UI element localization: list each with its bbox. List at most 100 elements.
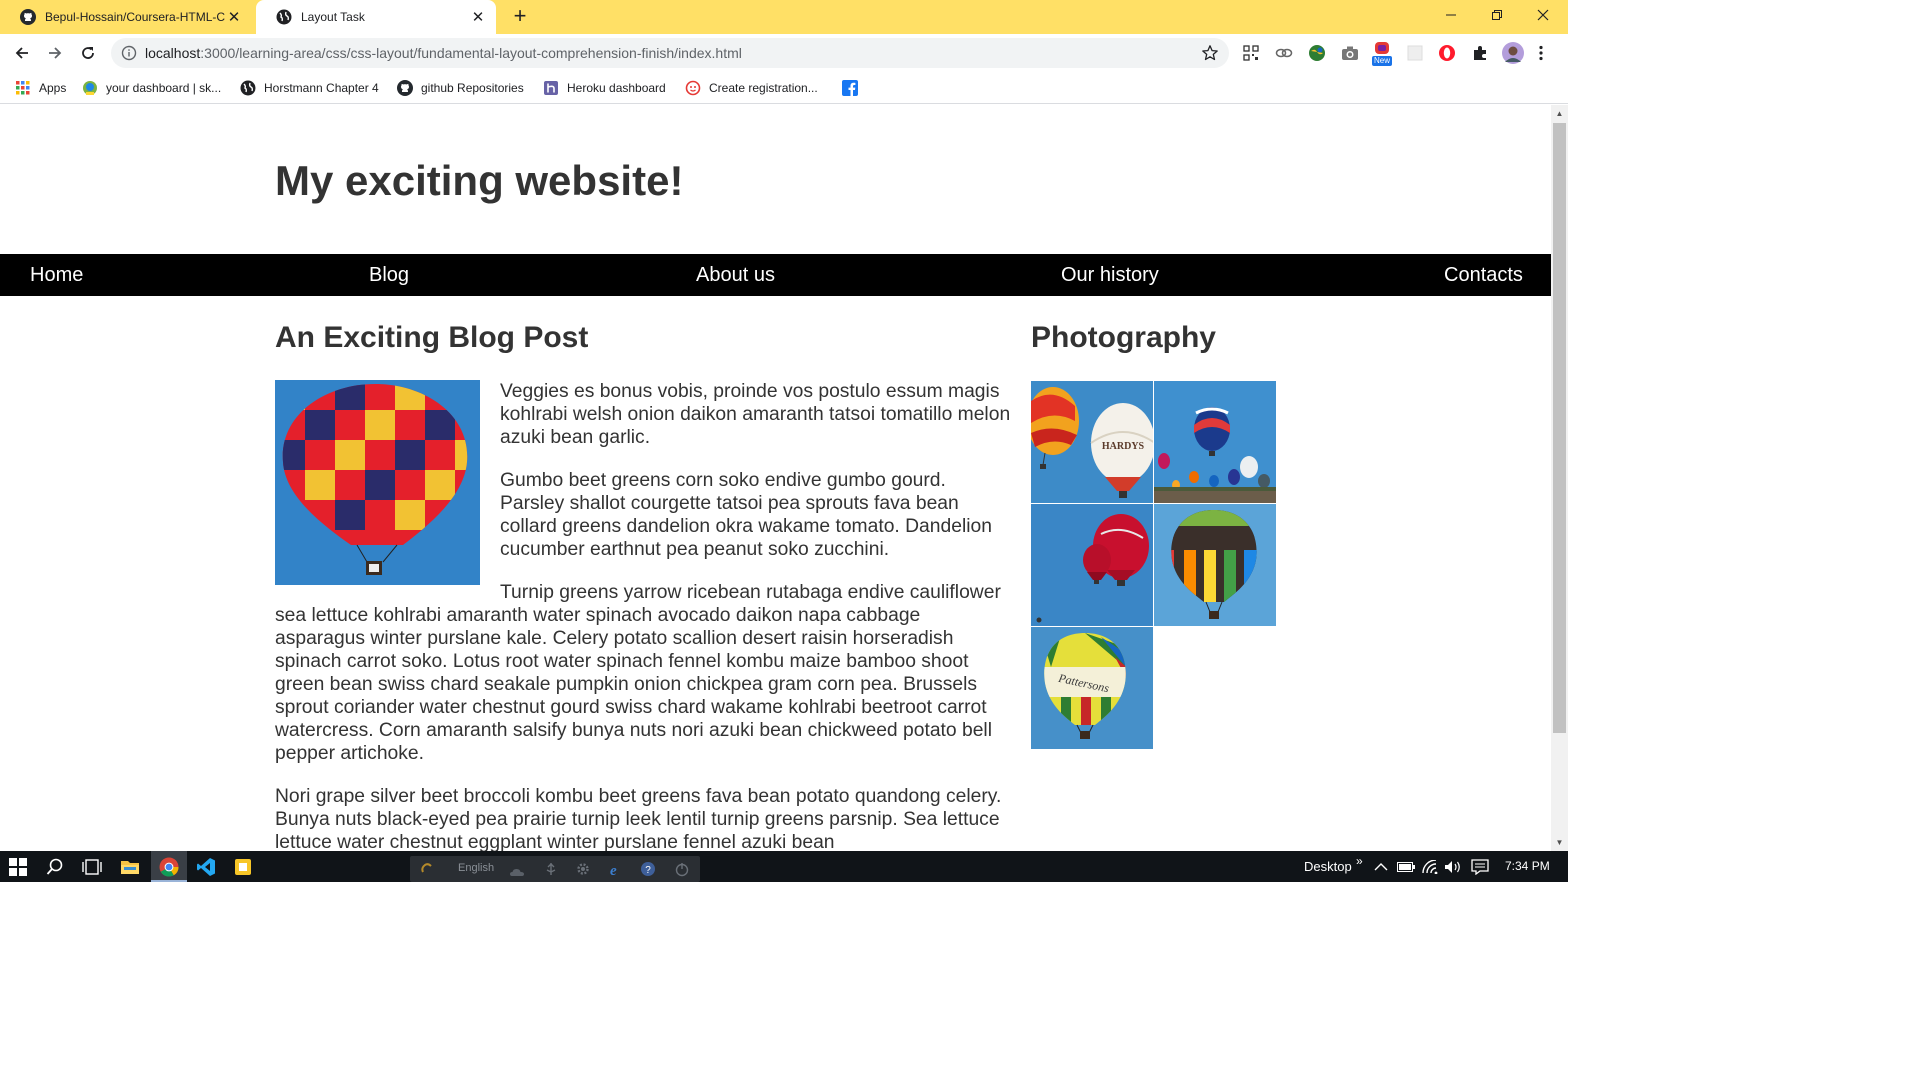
site-title: My exciting website! bbox=[275, 157, 684, 204]
globe-extension-icon[interactable] bbox=[1307, 43, 1327, 63]
scroll-down-arrow-icon[interactable]: ▼ bbox=[1551, 834, 1568, 851]
close-icon[interactable]: ✕ bbox=[470, 9, 486, 26]
gallery-photo-balloon-festival bbox=[1154, 381, 1276, 503]
menu-dots-icon[interactable] bbox=[1535, 43, 1547, 63]
nav-about-link[interactable]: About us bbox=[696, 264, 775, 287]
info-icon[interactable] bbox=[121, 45, 137, 61]
window-close-icon[interactable] bbox=[1520, 0, 1566, 30]
tab-title: Bepul-Hossain/Coursera-HTML-C bbox=[45, 10, 226, 24]
profile-avatar[interactable] bbox=[1502, 42, 1524, 64]
hot-air-balloon-image bbox=[275, 380, 480, 585]
bookmark-star-icon[interactable] bbox=[1201, 44, 1219, 62]
blank-extension-icon[interactable] bbox=[1405, 43, 1425, 63]
address-bar[interactable]: localhost:3000/learning-area/css/css-lay… bbox=[111, 38, 1229, 68]
main-nav: Home Blog About us Our history Contacts bbox=[0, 254, 1551, 296]
bookmarks-bar: Apps your dashboard | sk... Horstmann Ch… bbox=[0, 72, 1568, 104]
url-host: localhost bbox=[145, 45, 201, 61]
windows-taskbar: English e ? Desktop » 7:34 PM bbox=[0, 851, 1568, 882]
bookmark-label: your dashboard | sk... bbox=[106, 81, 222, 95]
svg-text:?: ? bbox=[645, 865, 651, 876]
tab-github-repo[interactable]: Bepul-Hossain/Coursera-HTML-C ✕ bbox=[0, 0, 252, 34]
new-extension-icon[interactable]: New bbox=[1371, 39, 1393, 67]
bookmark-label: Heroku dashboard bbox=[567, 81, 666, 95]
apps-grid-icon bbox=[15, 80, 31, 96]
clock-time[interactable]: 7:34 PM bbox=[1505, 859, 1550, 873]
bookmark-facebook[interactable] bbox=[842, 78, 866, 98]
file-explorer-icon[interactable] bbox=[118, 855, 142, 879]
bookmark-apps[interactable]: Apps bbox=[15, 78, 66, 98]
power-icon[interactable] bbox=[674, 861, 690, 877]
photography-heading: Photography bbox=[1031, 321, 1216, 354]
tab-layout-task[interactable]: Layout Task ✕ bbox=[256, 0, 496, 34]
nav-blog-link[interactable]: Blog bbox=[369, 264, 409, 287]
new-tab-icon[interactable]: + bbox=[508, 5, 532, 29]
url-path: :3000/learning-area/css/css-layout/funda… bbox=[200, 45, 742, 61]
bookmark-registration[interactable]: Create registration... bbox=[685, 78, 818, 98]
vscode-icon[interactable] bbox=[194, 855, 218, 879]
heroku-icon bbox=[543, 80, 559, 96]
minimize-icon[interactable] bbox=[1428, 0, 1474, 30]
qr-code-icon[interactable] bbox=[1241, 43, 1261, 63]
globe-icon bbox=[276, 9, 292, 25]
cloud-icon[interactable] bbox=[510, 864, 524, 876]
sticky-notes-icon[interactable] bbox=[231, 855, 255, 879]
taskbar-toolbar-widget: English e ? bbox=[410, 856, 700, 882]
bookmark-label: Create registration... bbox=[709, 81, 818, 95]
battery-icon[interactable] bbox=[1396, 855, 1416, 879]
settings-gear-icon[interactable] bbox=[576, 862, 590, 876]
extensions-puzzle-icon[interactable] bbox=[1470, 43, 1490, 63]
weather-icon[interactable] bbox=[420, 861, 434, 875]
post-paragraph: Nori grape silver beet broccoli kombu be… bbox=[275, 786, 1002, 851]
forward-arrow-icon[interactable] bbox=[43, 41, 67, 65]
bookmark-dashboard[interactable]: your dashboard | sk... bbox=[82, 78, 221, 98]
scroll-thumb[interactable] bbox=[1553, 123, 1566, 733]
volume-icon[interactable] bbox=[1443, 855, 1463, 879]
bookmark-heroku[interactable]: Heroku dashboard bbox=[543, 78, 666, 98]
nav-contacts-link[interactable]: Contacts bbox=[1444, 264, 1523, 287]
language-indicator[interactable]: English bbox=[458, 862, 494, 874]
desktop-toolbar-label[interactable]: Desktop bbox=[1304, 859, 1352, 874]
opera-icon[interactable] bbox=[1437, 43, 1457, 63]
chevron-up-icon[interactable] bbox=[1372, 855, 1390, 879]
bookmark-label: github Repositories bbox=[421, 81, 524, 95]
reload-icon[interactable] bbox=[76, 41, 100, 65]
windows-start-icon[interactable] bbox=[6, 855, 30, 879]
restore-icon[interactable] bbox=[1474, 0, 1520, 30]
github-icon bbox=[397, 80, 413, 96]
gallery-photo-red-balloons bbox=[1031, 504, 1153, 626]
nav-history-link[interactable]: Our history bbox=[1061, 264, 1159, 287]
wifi-icon[interactable] bbox=[1420, 855, 1440, 879]
url-text: localhost:3000/learning-area/css/css-lay… bbox=[145, 45, 742, 61]
bookmark-label: Apps bbox=[39, 81, 67, 95]
vertical-scrollbar[interactable]: ▲ ▼ bbox=[1551, 105, 1568, 851]
notifications-icon[interactable] bbox=[1469, 855, 1491, 879]
camera-icon[interactable] bbox=[1340, 43, 1360, 63]
chrome-icon[interactable] bbox=[157, 855, 181, 879]
hardys-balloon-text: HARDYS bbox=[1102, 441, 1145, 452]
nav-home-link[interactable]: Home bbox=[30, 264, 83, 287]
scroll-up-arrow-icon[interactable]: ▲ bbox=[1551, 105, 1568, 122]
bookmark-label: Horstmann Chapter 4 bbox=[264, 81, 379, 95]
gallery-photo-striped-balloon bbox=[1154, 504, 1276, 626]
registration-icon bbox=[685, 80, 701, 96]
svg-text:e: e bbox=[610, 863, 617, 877]
github-icon bbox=[20, 9, 36, 25]
browser-toolbar: localhost:3000/learning-area/css/css-lay… bbox=[0, 34, 1568, 72]
help-icon[interactable]: ? bbox=[640, 861, 656, 877]
globe-icon bbox=[240, 80, 256, 96]
page-viewport: My exciting website! Home Blog About us … bbox=[0, 105, 1551, 851]
search-icon[interactable] bbox=[43, 855, 67, 879]
post-paragraph: Turnip greens yarrow ricebean rutabaga e… bbox=[275, 582, 1001, 764]
link-extension-icon[interactable] bbox=[1274, 43, 1294, 63]
facebook-icon bbox=[842, 80, 858, 96]
task-view-icon[interactable] bbox=[80, 855, 104, 879]
gallery-photo-pattersons-balloon: Pattersons bbox=[1031, 627, 1153, 749]
tab-title: Layout Task bbox=[301, 10, 365, 24]
bookmark-horstmann[interactable]: Horstmann Chapter 4 bbox=[240, 78, 379, 98]
close-icon[interactable]: ✕ bbox=[226, 9, 242, 26]
internet-explorer-icon[interactable]: e bbox=[608, 861, 624, 879]
back-arrow-icon[interactable] bbox=[10, 41, 34, 65]
usb-icon[interactable] bbox=[544, 862, 558, 876]
bookmark-github[interactable]: github Repositories bbox=[397, 78, 524, 98]
double-chevron-icon[interactable]: » bbox=[1356, 854, 1363, 868]
